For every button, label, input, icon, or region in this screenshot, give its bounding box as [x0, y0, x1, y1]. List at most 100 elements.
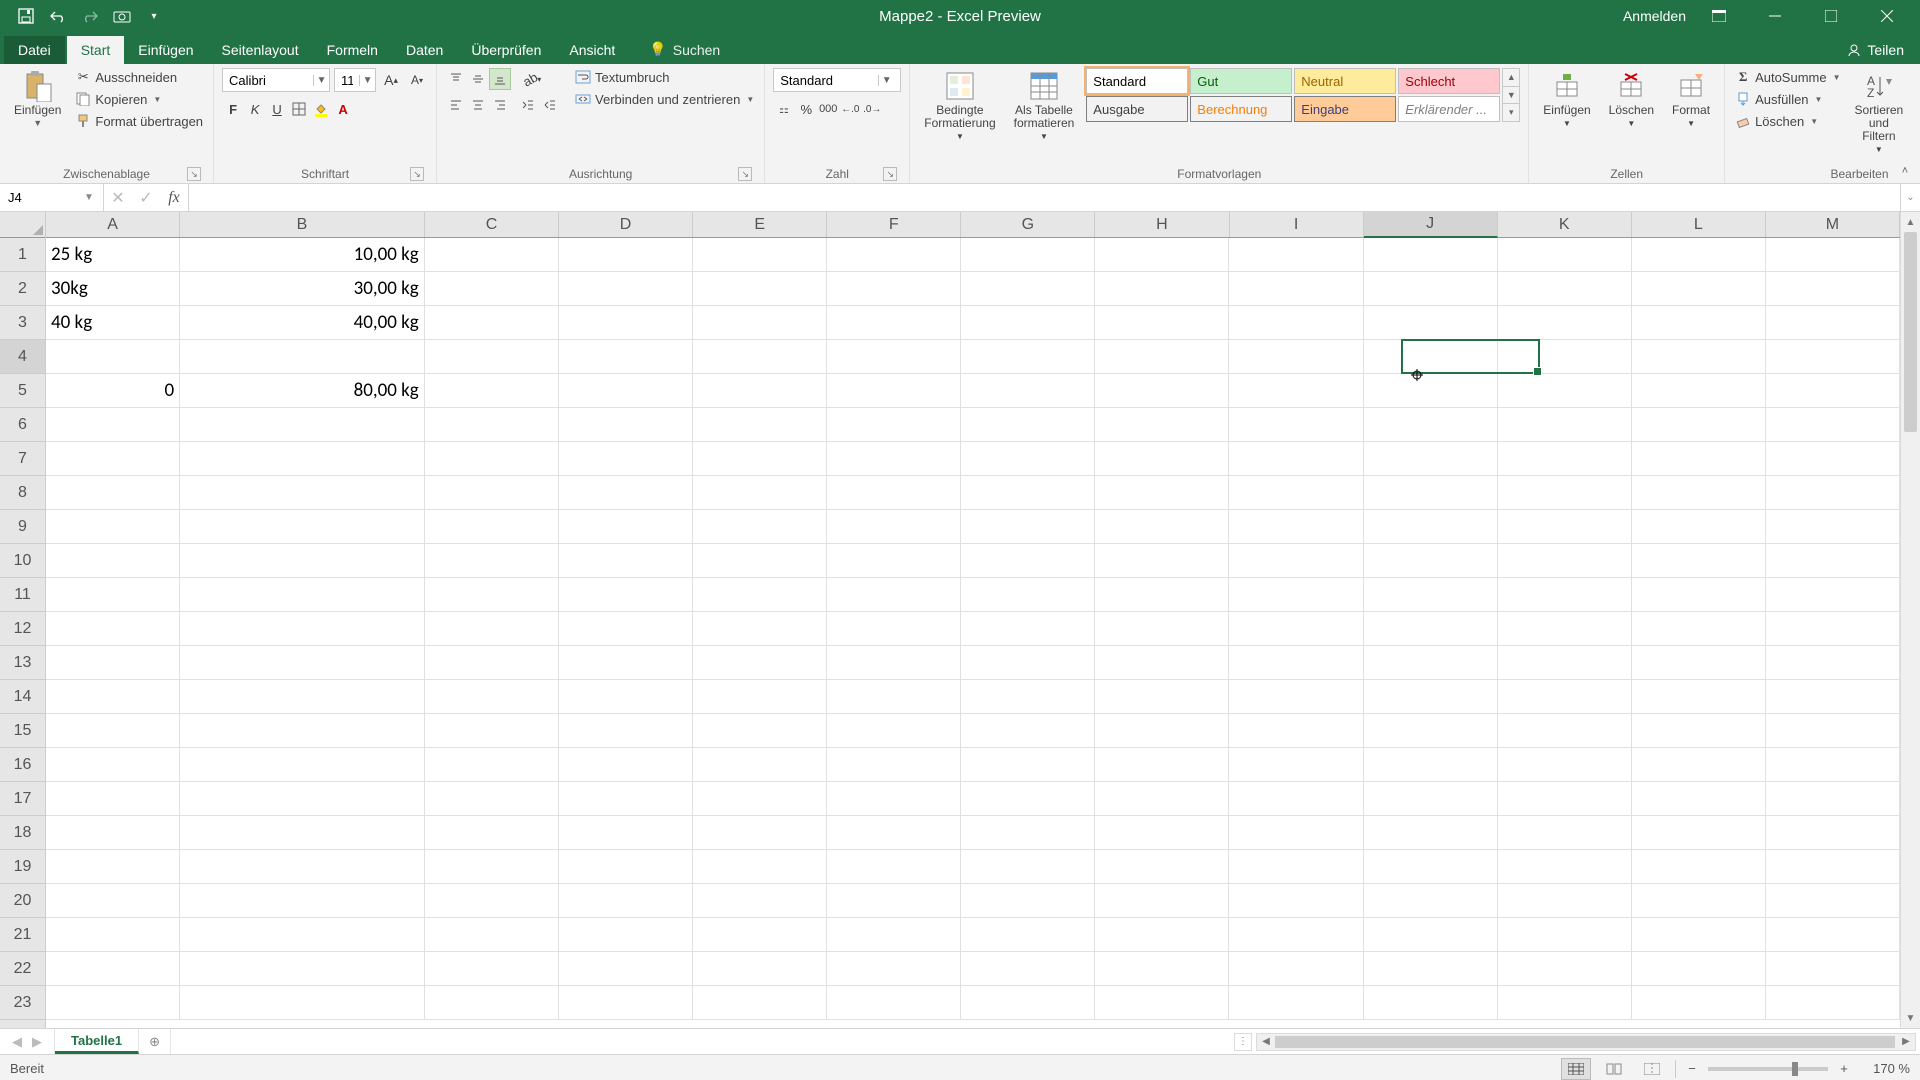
cell-C7[interactable]: [425, 442, 559, 476]
cell-M12[interactable]: [1766, 612, 1900, 646]
cell-H9[interactable]: [1095, 510, 1229, 544]
row-header-12[interactable]: 12: [0, 612, 45, 646]
cell-F5[interactable]: [827, 374, 961, 408]
cell-I8[interactable]: [1229, 476, 1363, 510]
page-break-view-button[interactable]: [1637, 1058, 1667, 1080]
font-name-input[interactable]: [223, 73, 313, 88]
row-header-19[interactable]: 19: [0, 850, 45, 884]
cell-M10[interactable]: [1766, 544, 1900, 578]
cell-I17[interactable]: [1229, 782, 1363, 816]
col-header-L[interactable]: L: [1632, 212, 1766, 237]
decrease-font-button[interactable]: A▾: [406, 69, 428, 91]
cell-M5[interactable]: [1766, 374, 1900, 408]
col-header-B[interactable]: B: [180, 212, 425, 237]
row-header-3[interactable]: 3: [0, 306, 45, 340]
row-header-1[interactable]: 1: [0, 238, 45, 272]
cell-L20[interactable]: [1632, 884, 1766, 918]
cell-I18[interactable]: [1229, 816, 1363, 850]
scroll-thumb[interactable]: [1904, 232, 1917, 432]
cell-C6[interactable]: [425, 408, 559, 442]
cell-C12[interactable]: [425, 612, 559, 646]
add-sheet-button[interactable]: ⊕: [139, 1029, 171, 1054]
cell-G9[interactable]: [961, 510, 1095, 544]
cell-D17[interactable]: [559, 782, 693, 816]
cell-M11[interactable]: [1766, 578, 1900, 612]
cell-A18[interactable]: [46, 816, 180, 850]
cell-F2[interactable]: [827, 272, 961, 306]
vertical-scrollbar[interactable]: ▲ ▼: [1900, 212, 1920, 1028]
cut-button[interactable]: ✂Ausschneiden: [73, 68, 205, 86]
cell-L7[interactable]: [1632, 442, 1766, 476]
percent-format-button[interactable]: %: [795, 98, 817, 120]
cell-L5[interactable]: [1632, 374, 1766, 408]
cell-M14[interactable]: [1766, 680, 1900, 714]
col-header-D[interactable]: D: [559, 212, 693, 237]
row-header-2[interactable]: 2: [0, 272, 45, 306]
cell-H21[interactable]: [1095, 918, 1229, 952]
cell-L11[interactable]: [1632, 578, 1766, 612]
cell-A3[interactable]: 40 kg: [46, 306, 180, 340]
cell-J18[interactable]: [1364, 816, 1498, 850]
cell-G4[interactable]: [961, 340, 1095, 374]
cell-I4[interactable]: [1229, 340, 1363, 374]
cell-L3[interactable]: [1632, 306, 1766, 340]
cell-B13[interactable]: [180, 646, 425, 680]
chevron-down-icon[interactable]: ▼: [359, 75, 375, 86]
cell-C10[interactable]: [425, 544, 559, 578]
cell-B4[interactable]: [180, 340, 425, 374]
collapse-ribbon-button[interactable]: ˄: [1896, 165, 1914, 179]
cell-K21[interactable]: [1498, 918, 1632, 952]
tab-daten[interactable]: Daten: [392, 36, 457, 64]
name-box[interactable]: ▼: [0, 184, 104, 211]
font-size-combo[interactable]: ▼: [334, 68, 376, 92]
cell-K23[interactable]: [1498, 986, 1632, 1020]
cell-J13[interactable]: [1364, 646, 1498, 680]
cell-C4[interactable]: [425, 340, 559, 374]
font-size-input[interactable]: [335, 73, 359, 88]
cell-L13[interactable]: [1632, 646, 1766, 680]
cell-K1[interactable]: [1498, 238, 1632, 272]
zoom-in-button[interactable]: +: [1836, 1061, 1852, 1076]
cell-G2[interactable]: [961, 272, 1095, 306]
increase-decimal-button[interactable]: ←.0: [839, 98, 861, 120]
cell-J21[interactable]: [1364, 918, 1498, 952]
format-as-table-button[interactable]: Als Tabelle formatieren▼: [1008, 68, 1081, 145]
cell-K13[interactable]: [1498, 646, 1632, 680]
cell-I7[interactable]: [1229, 442, 1363, 476]
cell-B18[interactable]: [180, 816, 425, 850]
row-header-23[interactable]: 23: [0, 986, 45, 1020]
cell-I11[interactable]: [1229, 578, 1363, 612]
cell-L1[interactable]: [1632, 238, 1766, 272]
cell-K20[interactable]: [1498, 884, 1632, 918]
cell-K4[interactable]: [1498, 340, 1632, 374]
cell-G15[interactable]: [961, 714, 1095, 748]
style-ausgabe[interactable]: Ausgabe: [1086, 96, 1188, 122]
cell-D12[interactable]: [559, 612, 693, 646]
cell-D19[interactable]: [559, 850, 693, 884]
cell-K8[interactable]: [1498, 476, 1632, 510]
cell-F23[interactable]: [827, 986, 961, 1020]
cell-H14[interactable]: [1095, 680, 1229, 714]
cell-B17[interactable]: [180, 782, 425, 816]
style-erkl-render-[interactable]: Erklärender ...: [1398, 96, 1500, 122]
cell-B14[interactable]: [180, 680, 425, 714]
cell-D11[interactable]: [559, 578, 693, 612]
cell-F16[interactable]: [827, 748, 961, 782]
close-button[interactable]: [1864, 0, 1910, 32]
cell-I12[interactable]: [1229, 612, 1363, 646]
cell-J6[interactable]: [1364, 408, 1498, 442]
font-color-button[interactable]: A: [332, 98, 354, 120]
cell-A14[interactable]: [46, 680, 180, 714]
cell-H5[interactable]: [1095, 374, 1229, 408]
cell-G21[interactable]: [961, 918, 1095, 952]
cell-C2[interactable]: [425, 272, 559, 306]
increase-font-button[interactable]: A▴: [380, 69, 402, 91]
row-header-8[interactable]: 8: [0, 476, 45, 510]
style-schlecht[interactable]: Schlecht: [1398, 68, 1500, 94]
chevron-down-icon[interactable]: ▼: [80, 192, 98, 203]
save-icon[interactable]: [16, 6, 36, 26]
cell-F13[interactable]: [827, 646, 961, 680]
cell-A1[interactable]: 25 kg: [46, 238, 180, 272]
font-name-combo[interactable]: ▼: [222, 68, 330, 92]
cell-D3[interactable]: [559, 306, 693, 340]
